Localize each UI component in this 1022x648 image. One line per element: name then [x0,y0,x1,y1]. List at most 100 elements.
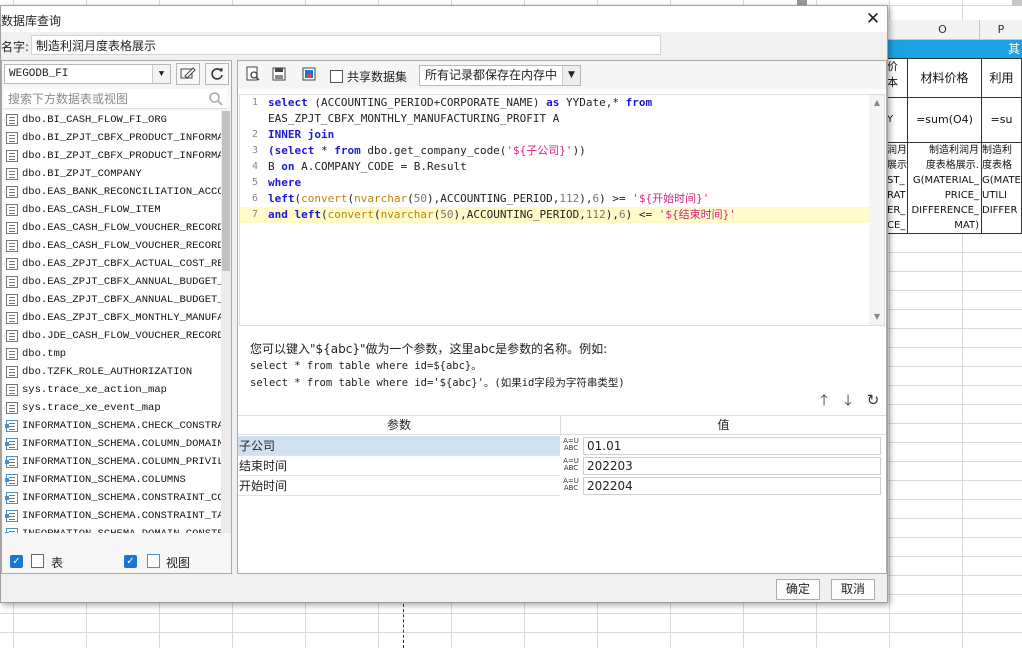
parameter-row[interactable]: 子公司 A=U ABC 01.01 [238,436,886,456]
view-list-item[interactable]: INFORMATION_SCHEMA.COLUMNS [3,471,221,489]
show-views-checkbox[interactable]: ✓ [124,555,137,568]
sheet-cell[interactable]: 价 本 [886,58,908,98]
sheet-cell[interactable]: 材料价格 [907,58,982,98]
table-list-item[interactable]: dbo.EAS_ZPJT_CBFX_ACTUAL_COST_REC [3,255,221,273]
sheet-cell[interactable]: 利用 [981,58,1022,98]
view-list-item[interactable]: INFORMATION_SCHEMA.COLUMN_PRIVILEGES [3,453,221,471]
sheet-cell[interactable]: =sum(O4) [907,97,982,143]
preview-icon[interactable] [245,66,261,82]
help-line: 您可以键入"${abc}"做为一个参数，这里abc是参数的名称。例如: [250,342,608,356]
table-list-item[interactable]: dbo.EAS_ZPJT_CBFX_MONTHLY_MANUFAC [3,309,221,327]
parameter-row[interactable]: 开始时间 A=U ABC 202204 [238,476,886,496]
refresh-parameters-icon[interactable]: ↻ [864,391,882,409]
table-list-item[interactable]: sys.trace_xe_event_map [3,399,221,417]
table-list-item[interactable]: dbo.BI_CASH_FLOW_FI_ORG [3,111,221,129]
view-list-item[interactable]: INFORMATION_SCHEMA.COLUMN_DOMAIN_USAGE [3,435,221,453]
column-header-o[interactable]: O [906,20,980,40]
sheet-cell[interactable]: 制造利润月 度表格展示. G(MATERIAL_ PRICE_ DIFFEREN… [907,142,982,234]
database-select[interactable]: WEGODB_FI ▼ [4,64,171,84]
cancel-button[interactable]: 取消 [831,579,875,600]
view-list-item[interactable]: INFORMATION_SCHEMA.CONSTRAINT_COLUMN_USA… [3,489,221,507]
table-list-item[interactable]: dbo.JDE_CASH_FLOW_VOUCHER_RECORD [3,327,221,345]
ok-button[interactable]: 确定 [776,579,820,600]
title-bar[interactable]: 数据库查询 ✕ [1,6,887,32]
table-list-item[interactable]: dbo.BI_ZPJT_CBFX_PRODUCT_INFORMATION [3,147,221,165]
chevron-down-icon[interactable]: ▼ [152,65,170,83]
code-line[interactable]: 5 where [240,175,869,191]
refresh-button[interactable] [205,63,229,85]
code-line[interactable]: 2 INNER join [240,127,869,143]
save-icon[interactable] [271,66,287,82]
sheet-column-header: O P [888,20,1022,40]
table-icon [6,222,18,234]
list-item-label: dbo.BI_CASH_FLOW_FI_ORG [22,114,167,126]
table-list-item[interactable]: dbo.EAS_CASH_FLOW_VOUCHER_RECORD [3,219,221,237]
table-list-item[interactable]: dbo.tmp [3,345,221,363]
name-input[interactable] [31,35,661,55]
sql-editor[interactable]: 1 select (ACCOUNTING_PERIOD+CORPORATE_NAM… [239,94,885,326]
scroll-down-arrow-icon[interactable]: ▼ [869,309,884,325]
text-type-icon[interactable]: A=U ABC [561,457,581,475]
view-list-item[interactable]: INFORMATION_SCHEMA.CONSTRAINT_TABLE_USAG… [3,507,221,525]
table-list-item[interactable]: dbo.EAS_BANK_RECONCILIATION_ACCOUNT [3,183,221,201]
sheet-cell[interactable]: =su [981,97,1022,143]
share-dataset-checkbox[interactable] [330,70,343,83]
list-scrollbar[interactable] [221,111,231,533]
table-list[interactable]: dbo.BI_CASH_FLOW_FI_ORG dbo.BI_ZPJT_CBFX_… [3,111,221,533]
edit-icon [180,67,196,79]
show-tables-checkbox[interactable]: ✓ [10,555,23,568]
param-name[interactable]: 开始时间 [238,476,560,496]
table-list-item[interactable]: dbo.BI_ZPJT_CBFX_PRODUCT_INFORMATION [3,129,221,147]
param-value-input[interactable]: 01.01 [583,437,881,455]
scroll-up-arrow-icon[interactable]: ▲ [869,95,884,111]
table-list-item[interactable]: dbo.EAS_ZPJT_CBFX_ANNUAL_BUDGET_C [3,291,221,309]
table-list-item[interactable]: sys.trace_xe_action_map [3,381,221,399]
table-list-item[interactable]: dbo.BI_ZPJT_COMPANY [3,165,221,183]
data-source-icon[interactable] [301,66,317,82]
code-text: select (ACCOUNTING_PERIOD+CORPORATE_NAME… [268,95,652,111]
table-icon [6,384,18,396]
text-type-icon[interactable]: A=U ABC [561,437,581,455]
editor-scrollbar[interactable]: ▲ ▼ [869,95,884,325]
parameter-row[interactable]: 结束时间 A=U ABC 202203 [238,456,886,476]
view-list-item[interactable]: INFORMATION_SCHEMA.CHECK_CONSTRAINTS [3,417,221,435]
move-down-arrow-icon[interactable]: 🡓 [839,391,857,409]
table-list-item[interactable]: dbo.TZFK_ROLE_AUTHORIZATION [3,363,221,381]
code-line[interactable]: 7 and left(convert(nvarchar(50),ACCOUNTIN… [240,207,869,223]
list-item-label: INFORMATION_SCHEMA.CONSTRAINT_TABLE_USAG… [22,510,221,522]
text-type-icon[interactable]: A=U ABC [561,477,581,495]
list-scroll-thumb[interactable] [222,111,230,271]
code-token: '${结束时间}' [658,208,736,221]
memory-mode-select[interactable]: 所有记录都保存在内存中 ▼ [419,65,581,86]
code-line[interactable]: EAS_ZPJT_CBFX_MONTHLY_MANUFACTURING_PROF… [240,111,869,127]
table-list-item[interactable]: dbo.EAS_CASH_FLOW_VOUCHER_RECORD_ [3,237,221,255]
close-button[interactable]: ✕ [863,10,883,30]
code-token: ( [407,192,414,205]
table-list-item[interactable]: dbo.EAS_CASH_FLOW_ITEM [3,201,221,219]
edit-connection-button[interactable] [176,63,200,85]
param-name[interactable]: 子公司 [238,436,560,456]
code-line[interactable]: 6 left(convert(nvarchar(50),ACCOUNTING_PE… [240,191,869,207]
param-value-input[interactable]: 202204 [583,477,881,495]
code-token: 112 [585,208,606,221]
table-icon [6,366,18,378]
table-icon [6,204,18,216]
param-value-input[interactable]: 202203 [583,457,881,475]
list-item-label: dbo.BI_ZPJT_CBFX_PRODUCT_INFORMATION [22,150,221,162]
code-token: '${子公司}' [506,144,573,157]
code-line[interactable]: 1 select (ACCOUNTING_PERIOD+CORPORATE_NAM… [240,95,869,111]
list-item-label: INFORMATION_SCHEMA.COLUMN_PRIVILEGES [22,456,221,468]
chevron-down-icon[interactable]: ▼ [562,66,580,85]
column-header-p[interactable]: P [980,20,1022,40]
help-example-line: select * from table where id='${abc}'。(如… [250,377,625,389]
view-list-item[interactable]: INFORMATION_SCHEMA.DOMAIN_CONSTRAINTS [3,525,221,533]
code-line[interactable]: 4B on A.COMPANY_CODE = B.Result [240,159,869,175]
sheet-cell[interactable]: 润月 展示. ST_ RAT ER_ CE_ [886,142,908,234]
sheet-cell[interactable]: Y D3 [886,97,908,143]
search-input[interactable] [4,89,227,109]
code-line[interactable]: 3 (select * from dbo.get_company_code('${… [240,143,869,159]
move-up-arrow-icon[interactable]: 🡑 [815,391,833,409]
table-list-item[interactable]: dbo.EAS_ZPJT_CBFX_ANNUAL_BUDGET_C [3,273,221,291]
sheet-cell[interactable]: 制造利 度表格 G(MATE UTILI DIFFER [981,142,1022,234]
param-name[interactable]: 结束时间 [238,456,560,476]
